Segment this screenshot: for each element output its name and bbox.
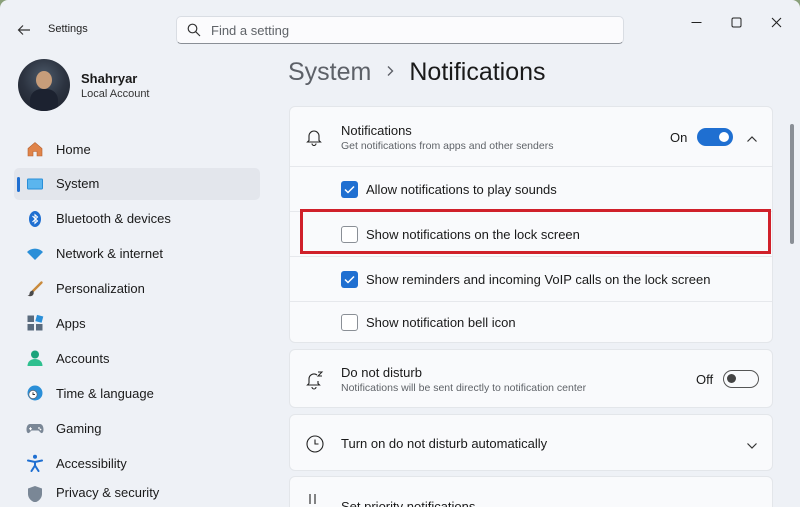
option-label: Show notification bell icon	[366, 315, 516, 330]
sidebar-item-time-language[interactable]: Time & language	[14, 377, 260, 409]
notifications-toggle-label: On	[670, 129, 688, 145]
system-icon	[26, 175, 44, 193]
page-title: Notifications	[409, 58, 546, 86]
notifications-header-row[interactable]: Notifications Get notifications from app…	[290, 107, 772, 167]
sidebar-item-label: Home	[56, 141, 91, 157]
shield-icon	[26, 485, 44, 502]
profile-name: Shahryar	[81, 70, 138, 86]
breadcrumb-parent[interactable]: System	[288, 58, 371, 87]
dnd-toggle-label: Off	[696, 371, 714, 387]
minimize-button[interactable]	[681, 10, 711, 34]
option-row-sounds[interactable]: Allow notifications to play sounds	[290, 167, 772, 211]
search-input[interactable]	[211, 22, 591, 38]
bluetooth-icon	[26, 210, 44, 228]
sidebar-item-network[interactable]: Network & internet	[14, 238, 260, 270]
sidebar-item-label: System	[56, 176, 100, 192]
gamepad-icon	[26, 419, 44, 437]
minimize-icon	[691, 21, 701, 23]
highlight-annotation	[300, 209, 771, 254]
sidebar-item-label: Apps	[56, 315, 86, 331]
option-row-reminders[interactable]: Show reminders and incoming VoIP calls o…	[290, 257, 772, 301]
clock-icon	[305, 434, 325, 459]
user-profile[interactable]: Shahryar Local Account	[18, 58, 150, 112]
app-title: Settings	[48, 23, 88, 35]
sidebar-item-label: Privacy & security	[56, 484, 160, 500]
scrollbar[interactable]	[790, 124, 794, 244]
dnd-auto-title: Turn on do not disturb automatically	[341, 436, 548, 451]
breadcrumb: System Notifications	[288, 58, 546, 87]
sidebar-item-label: Accessibility	[56, 455, 127, 471]
wifi-icon	[26, 245, 44, 263]
sidebar-item-accessibility[interactable]: Accessibility	[14, 447, 260, 479]
sidebar-item-label: Personalization	[56, 281, 145, 297]
brush-icon	[26, 280, 44, 298]
do-not-disturb-card[interactable]: Do not disturb Notifications will be sen…	[289, 349, 773, 408]
chevron-up-icon[interactable]	[746, 131, 758, 149]
search-icon	[187, 23, 201, 37]
profile-account-type: Local Account	[81, 87, 150, 100]
sidebar-item-gaming[interactable]: Gaming	[14, 412, 260, 444]
bell-snooze-icon	[305, 370, 325, 395]
dnd-auto-card[interactable]: Turn on do not disturb automatically	[289, 414, 773, 471]
checkbox-reminders[interactable]	[341, 270, 358, 288]
checkbox-bell-icon[interactable]	[341, 314, 358, 331]
sidebar-item-label: Time & language	[56, 385, 154, 401]
sidebar-item-apps[interactable]: Apps	[14, 307, 260, 339]
sidebar-item-label: Gaming	[56, 420, 102, 436]
sidebar-item-label: Network & internet	[56, 246, 163, 262]
settings-window: Settings Shahryar Local Account Home	[0, 0, 800, 507]
chevron-down-icon[interactable]	[746, 438, 758, 456]
dnd-title: Do not disturb	[341, 365, 422, 380]
dnd-subtitle: Notifications will be sent directly to n…	[341, 382, 587, 394]
avatar	[18, 59, 70, 111]
notifications-title: Notifications	[341, 123, 412, 138]
dnd-toggle[interactable]	[723, 370, 760, 388]
checkmark-icon	[344, 185, 355, 194]
home-icon	[26, 140, 44, 158]
option-label: Show reminders and incoming VoIP calls o…	[366, 271, 711, 287]
accounts-icon	[26, 349, 44, 367]
title-bar: Settings	[0, 0, 800, 56]
back-button[interactable]	[12, 18, 36, 42]
maximize-button[interactable]	[721, 10, 751, 34]
accessibility-icon	[26, 454, 44, 473]
sidebar-item-accounts[interactable]: Accounts	[14, 342, 260, 374]
sidebar-item-bluetooth[interactable]: Bluetooth & devices	[14, 203, 260, 235]
sidebar-item-privacy[interactable]: Privacy & security	[14, 482, 260, 502]
maximize-icon	[731, 17, 741, 27]
close-button[interactable]	[761, 10, 791, 34]
option-label: Allow notifications to play sounds	[366, 181, 557, 197]
priority-title: Set priority notifications	[341, 499, 476, 507]
priority-notifications-card[interactable]: Set priority notifications	[289, 476, 773, 507]
globe-clock-icon	[26, 384, 44, 402]
option-row-bell-icon[interactable]: Show notification bell icon	[290, 302, 772, 343]
notifications-toggle[interactable]	[697, 128, 734, 146]
priority-icon	[307, 493, 323, 507]
arrow-left-icon	[17, 25, 30, 35]
checkmark-icon	[344, 275, 355, 284]
search-box[interactable]	[176, 16, 624, 44]
close-icon	[771, 17, 781, 27]
apps-icon	[26, 314, 44, 332]
bell-icon	[305, 128, 323, 151]
sidebar-item-label: Bluetooth & devices	[56, 211, 171, 227]
sidebar-item-personalization[interactable]: Personalization	[14, 273, 260, 305]
checkbox-sounds[interactable]	[341, 180, 358, 198]
chevron-right-icon	[385, 64, 395, 82]
sidebar-item-system[interactable]: System	[14, 167, 260, 200]
sidebar-item-label: Accounts	[56, 350, 110, 366]
sidebar-item-home[interactable]: Home	[14, 133, 260, 165]
sidebar-nav: Home System Bluetooth & devices Network …	[14, 133, 260, 505]
notifications-subtitle: Get notifications from apps and other se…	[341, 140, 554, 152]
